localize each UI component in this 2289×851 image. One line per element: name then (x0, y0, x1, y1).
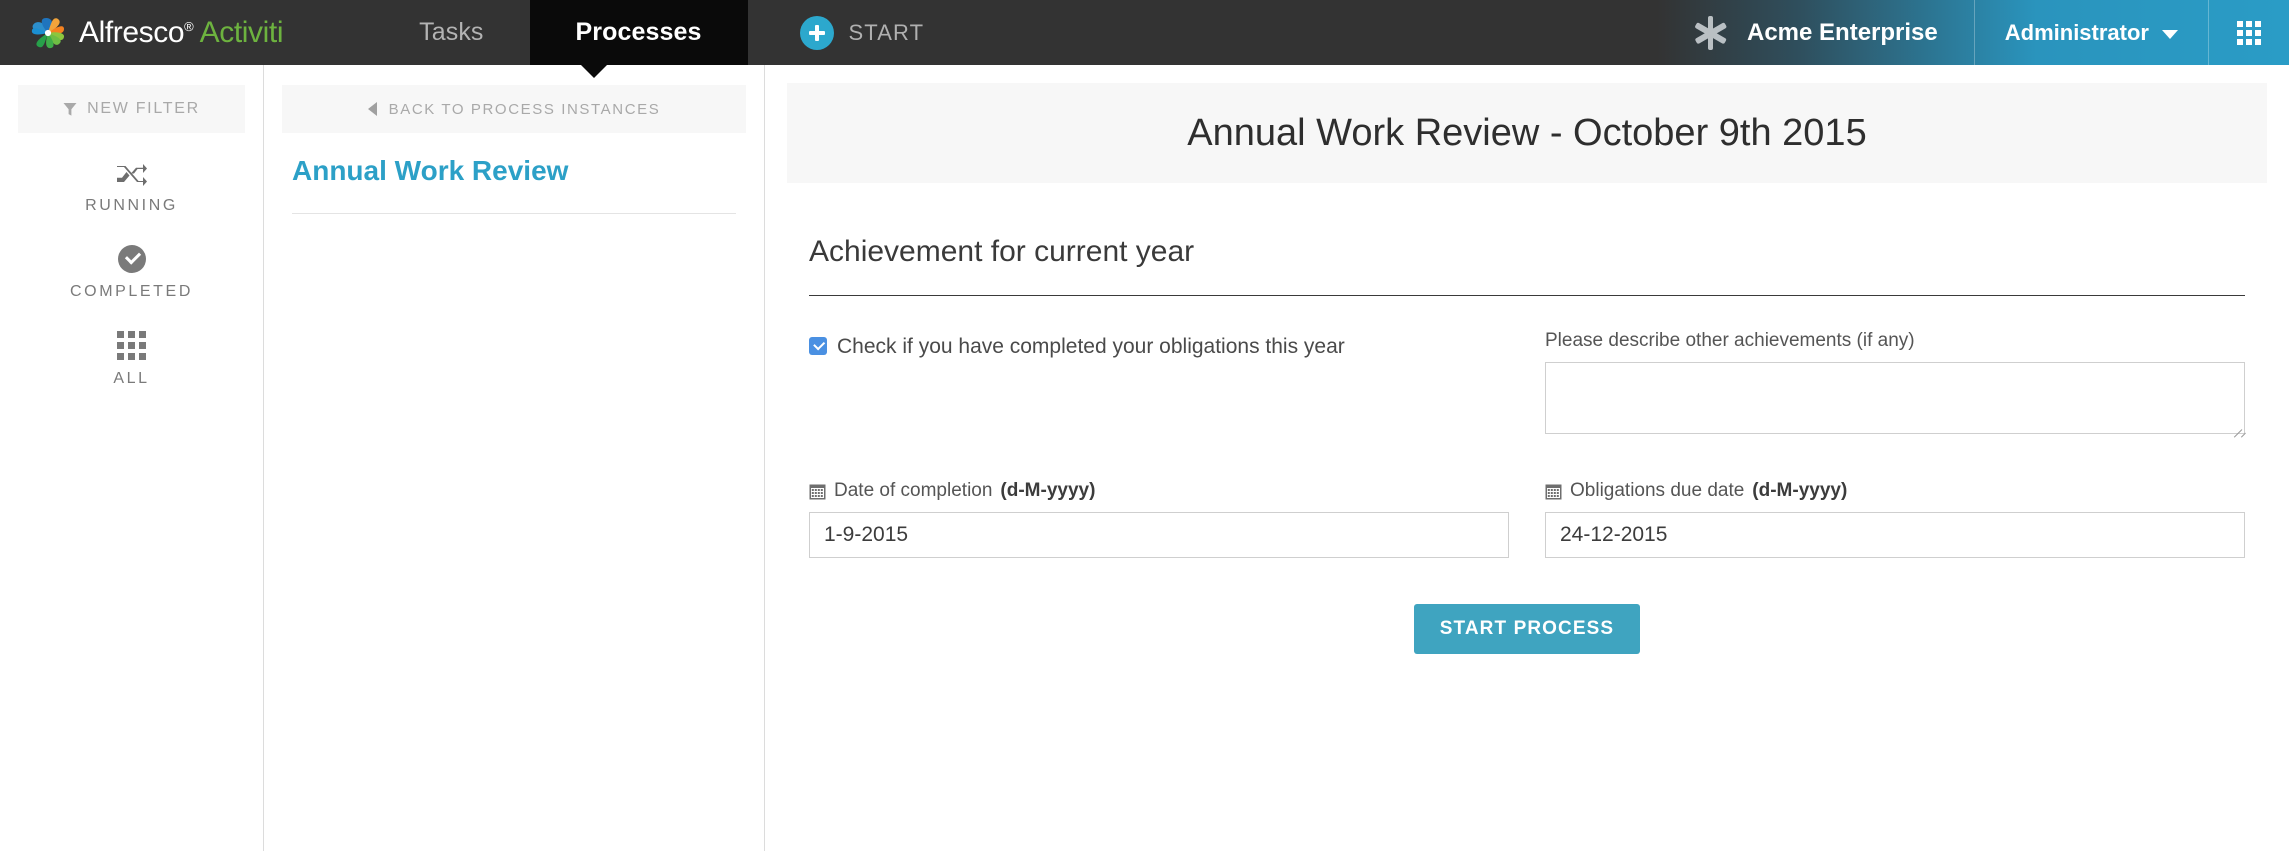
date-of-completion-label-text: Date of completion (834, 480, 993, 501)
date-of-completion-format: (d-M-yyyy) (1000, 480, 1096, 501)
section-heading: Achievement for current year (809, 235, 1195, 268)
form-row-top: Check if you have completed your obligat… (809, 330, 2245, 434)
shuffle-icon (116, 163, 147, 187)
workspace: NEW FILTER RUNNING COMPLETED ALL BACK TO… (0, 65, 2289, 851)
grid-dots-icon (117, 331, 146, 360)
brand-logo-area[interactable]: Alfresco® Activiti (0, 0, 284, 65)
date-of-completion-input[interactable] (809, 512, 1509, 558)
tab-processes-label: Processes (575, 18, 702, 46)
tab-processes[interactable]: Processes (529, 0, 748, 78)
chevron-left-icon (367, 102, 377, 116)
start-nav-label: START (848, 19, 925, 45)
start-process-button[interactable]: START PROCESS (1413, 604, 1641, 654)
top-header-bar: Alfresco® Activiti Tasks Processes START… (0, 0, 2289, 78)
obligations-due-date-label: Obligations due date (d-M-yyyy) (1545, 480, 2245, 502)
new-filter-label: NEW FILTER (87, 100, 200, 117)
check-circle-icon (117, 245, 146, 273)
tenant-area[interactable]: Acme Enterprise (1657, 0, 1974, 65)
section-divider (809, 295, 2245, 296)
sidebar-item-running[interactable]: RUNNING (0, 163, 263, 215)
obligations-due-date-format: (d-M-yyyy) (1752, 480, 1848, 501)
date-of-completion-label: Date of completion (d-M-yyyy) (809, 480, 1509, 502)
tab-tasks[interactable]: Tasks (373, 0, 529, 65)
page-title: Annual Work Review - October 9th 2015 (1187, 111, 1867, 154)
new-filter-button[interactable]: NEW FILTER (18, 85, 245, 133)
textarea-resize-handle[interactable] (2230, 419, 2242, 431)
plus-circle-icon (799, 15, 834, 50)
apps-launcher-button[interactable] (2208, 0, 2289, 65)
tab-tasks-label: Tasks (419, 18, 484, 46)
brand-name-secondary: Activiti (199, 15, 284, 49)
start-process-nav-button[interactable]: START (748, 0, 965, 65)
brand-registered-mark: ® (184, 18, 194, 34)
grid-apps-icon (2237, 20, 2261, 45)
obligations-checkbox-label: Check if you have completed your obligat… (837, 335, 1345, 358)
chevron-down-icon (2162, 30, 2178, 39)
achievements-label: Please describe other achievements (if a… (1545, 330, 2245, 352)
sidebar-item-completed-label: COMPLETED (70, 283, 193, 300)
achievements-textarea-wrapper[interactable] (1545, 362, 2245, 434)
header-right-zone: Acme Enterprise Administrator (1657, 0, 2289, 65)
sidebar-item-all[interactable]: ALL (0, 331, 263, 388)
back-link-label: BACK TO PROCESS INSTANCES (388, 100, 661, 118)
funnel-icon (63, 102, 77, 117)
achievements-textarea[interactable] (1546, 363, 2244, 433)
obligations-due-date-input[interactable] (1545, 512, 2245, 558)
sidebar-item-running-label: RUNNING (85, 197, 178, 214)
tenant-name: Acme Enterprise (1747, 18, 1938, 46)
filter-sidebar: NEW FILTER RUNNING COMPLETED ALL (0, 65, 264, 851)
main-navigation: Tasks Processes START (373, 0, 965, 78)
achievements-field: Please describe other achievements (if a… (1545, 330, 2245, 434)
alfresco-pinwheel-logo-icon (28, 13, 68, 53)
asterisk-icon (1693, 15, 1727, 50)
achievements-label-text: Please describe other achievements (if a… (1545, 330, 1915, 351)
form-title-bar: Annual Work Review - October 9th 2015 (787, 83, 2267, 183)
obligations-due-date-field: Obligations due date (d-M-yyyy) (1545, 480, 2245, 558)
form-submit-row: START PROCESS (787, 604, 2267, 654)
date-of-completion-field: Date of completion (d-M-yyyy) (809, 480, 1509, 558)
obligations-due-date-label-text: Obligations due date (1570, 480, 1745, 501)
calendar-icon (809, 483, 826, 500)
obligations-checkbox-field[interactable]: Check if you have completed your obligat… (809, 330, 1509, 434)
obligations-checkbox[interactable] (809, 337, 827, 355)
brand-text: Alfresco® Activiti (79, 15, 284, 50)
list-item-selected-process[interactable]: Annual Work Review (292, 133, 736, 214)
calendar-icon (1545, 483, 1562, 500)
process-form-panel: Annual Work Review - October 9th 2015 Ac… (765, 65, 2289, 851)
sidebar-item-all-label: ALL (113, 370, 150, 387)
back-to-process-instances-button[interactable]: BACK TO PROCESS INSTANCES (282, 85, 746, 133)
form-row-dates: Date of completion (d-M-yyyy) 1-9-2015 O… (809, 480, 2245, 558)
active-tab-pointer-icon (579, 64, 608, 78)
sidebar-item-completed[interactable]: COMPLETED (0, 245, 263, 301)
header-spacer (964, 0, 1657, 65)
user-menu[interactable]: Administrator (1973, 0, 2208, 65)
process-list-panel: BACK TO PROCESS INSTANCES Annual Work Re… (264, 65, 765, 851)
brand-name-primary: Alfresco (79, 15, 185, 49)
user-name-label: Administrator (2004, 19, 2149, 45)
